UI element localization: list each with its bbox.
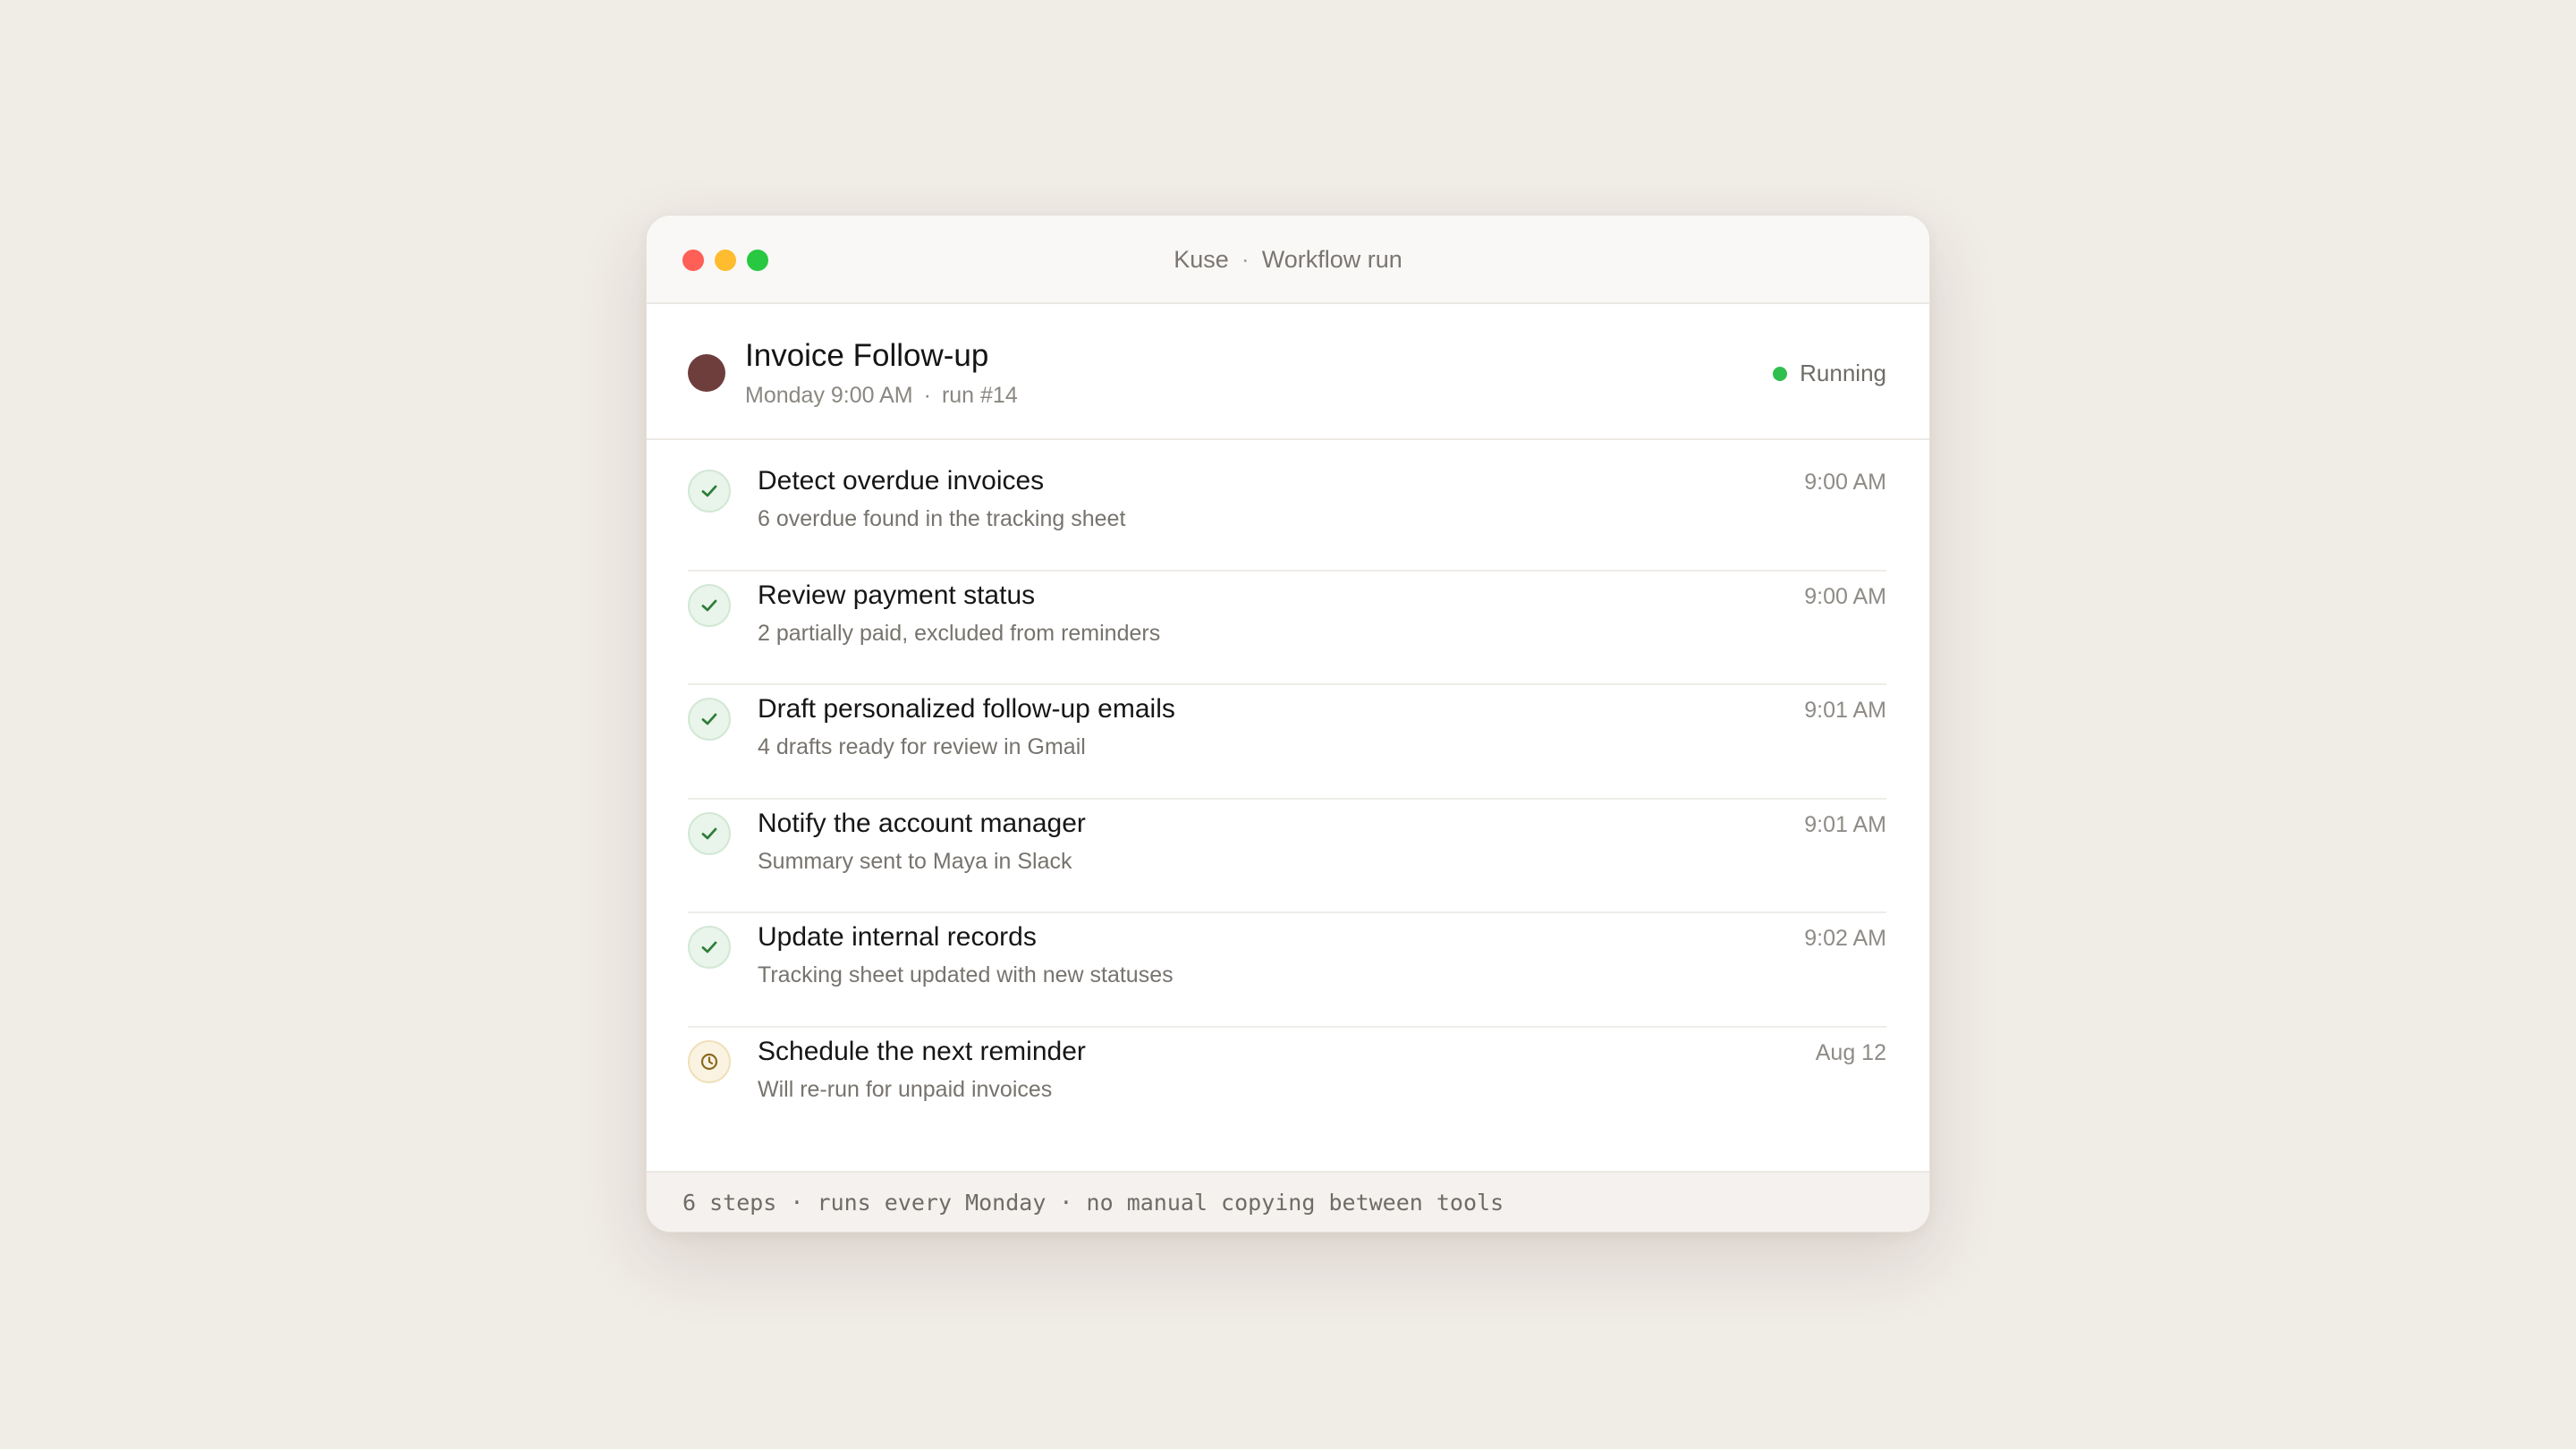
step-time: 9:02 AM (1804, 926, 1886, 951)
step-description: Tracking sheet updated with new statuses (758, 962, 1174, 987)
step-item[interactable]: Detect overdue invoices 6 overdue found … (688, 457, 1886, 572)
title-bar: Kuse · Workflow run (647, 216, 1929, 304)
check-icon (688, 926, 731, 969)
step-item[interactable]: Update internal records Tracking sheet u… (688, 913, 1886, 1028)
step-description: Will re-run for unpaid invoices (758, 1076, 1053, 1102)
step-time: 9:00 AM (1804, 470, 1886, 495)
step-description: 2 partially paid, excluded from reminder… (758, 620, 1161, 646)
step-description: Summary sent to Maya in Slack (758, 848, 1072, 874)
workflow-window: Kuse · Workflow run Invoice Follow-up Mo… (646, 215, 1930, 1233)
step-time: 9:01 AM (1804, 698, 1886, 723)
workflow-header: Invoice Follow-up Monday 9:00 AM · run #… (647, 304, 1929, 440)
status-badge: Running (1773, 360, 1886, 387)
workflow-schedule: Monday 9:00 AM (745, 383, 913, 408)
view-name: Workflow run (1261, 246, 1402, 273)
workflow-footer: 6 steps · runs every Monday · no manual … (647, 1171, 1929, 1232)
app-name: Kuse (1174, 246, 1229, 273)
step-title: Draft personalized follow-up emails (758, 694, 1175, 724)
step-item[interactable]: Draft personalized follow-up emails 4 dr… (688, 685, 1886, 800)
meta-separator: · (923, 383, 931, 408)
step-item[interactable]: Review payment status 2 partially paid, … (688, 572, 1886, 685)
check-icon (688, 698, 731, 741)
step-title: Detect overdue invoices (758, 466, 1045, 496)
workflow-run-number: run #14 (941, 383, 1018, 408)
workflow-meta: Monday 9:00 AM · run #14 (745, 383, 1018, 409)
check-icon (688, 583, 731, 627)
step-time: 9:00 AM (1804, 583, 1886, 609)
step-title: Update internal records (758, 922, 1037, 952)
check-icon (688, 470, 731, 513)
check-icon (688, 811, 731, 855)
footer-summary: 6 steps · runs every Monday · no manual … (682, 1189, 1504, 1216)
workflow-name: Invoice Follow-up (745, 338, 989, 373)
step-item[interactable]: Schedule the next reminder Will re-run f… (688, 1028, 1886, 1142)
step-time: Aug 12 (1815, 1039, 1886, 1065)
steps-list: Detect overdue invoices 6 overdue found … (688, 457, 1886, 1141)
step-description: 6 overdue found in the tracking sheet (758, 506, 1126, 531)
clock-icon (688, 1039, 731, 1083)
step-item[interactable]: Notify the account manager Summary sent … (688, 800, 1886, 913)
status-dot-icon (1773, 366, 1788, 381)
window-title: Kuse · Workflow run (647, 216, 1929, 304)
step-title: Schedule the next reminder (758, 1036, 1086, 1066)
status-label: Running (1800, 360, 1886, 386)
workflow-avatar (688, 354, 725, 392)
title-separator: · (1241, 246, 1250, 273)
step-title: Review payment status (758, 580, 1036, 610)
step-time: 9:01 AM (1804, 811, 1886, 837)
step-title: Notify the account manager (758, 808, 1086, 838)
step-description: 4 drafts ready for review in Gmail (758, 734, 1086, 759)
